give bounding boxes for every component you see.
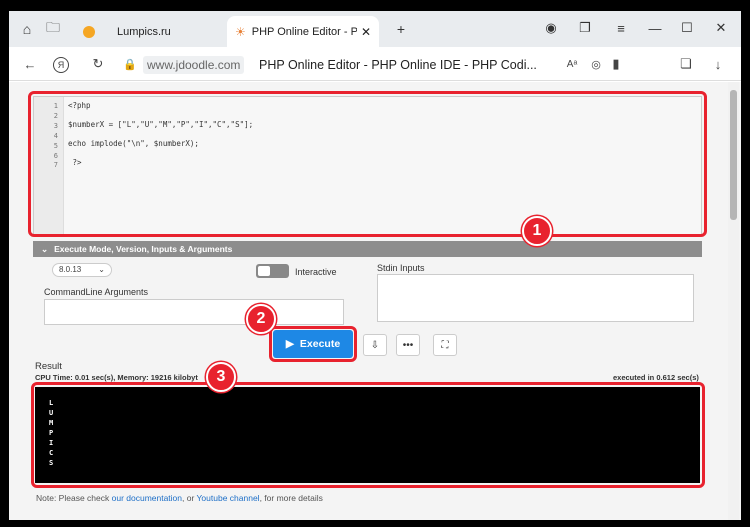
bookmark-icon[interactable]: ▮ <box>605 54 627 74</box>
address-bar: ← Я ↻ 🔒 www.jdoodle.com PHP Online Edito… <box>9 47 741 81</box>
add-folder-icon[interactable]: 🗀 <box>41 17 65 41</box>
highlight-execute-frame <box>269 326 357 362</box>
page-content: 1 2 3 4 5 6 7 <?php $numberX = ["L","U",… <box>9 82 741 520</box>
execute-mode-header[interactable]: ⌄ Execute Mode, Version, Inputs & Argumen… <box>33 241 702 257</box>
cpu-stats: CPU Time: 0.01 sec(s), Memory: 19216 kil… <box>35 373 198 382</box>
translate-icon[interactable]: Aᵃ <box>561 54 583 74</box>
fullscreen-button[interactable]: ⛶ <box>433 334 457 356</box>
tab-bar: ⌂ 🗀 Lumpics.ru ☀ PHP Online Editor - PHP… <box>9 11 741 47</box>
menu-icon[interactable]: ≡ <box>607 17 635 39</box>
tab-php-editor[interactable]: ☀ PHP Online Editor - PHP ✕ <box>227 16 379 47</box>
version-select[interactable]: 8.0.13 ⌄ <box>52 263 112 277</box>
note-text: , for more details <box>259 493 323 503</box>
fullscreen-icon: ⛶ <box>441 339 449 351</box>
download-file-button[interactable]: ⇩ <box>363 334 387 356</box>
reload-icon[interactable]: ↻ <box>87 54 109 74</box>
chevron-down-icon: ⌄ <box>41 244 49 254</box>
callout-badge-2: 2 <box>246 304 276 334</box>
highlight-editor-frame <box>28 91 707 237</box>
lock-icon: 🔒 <box>123 58 137 71</box>
more-button[interactable]: ••• <box>396 334 420 356</box>
minimize-icon[interactable]: — <box>641 17 669 39</box>
callout-badge-1: 1 <box>522 216 552 246</box>
close-tab-icon[interactable]: ✕ <box>361 25 371 39</box>
lumpics-favicon-icon <box>83 25 95 38</box>
ellipsis-icon: ••• <box>402 339 414 351</box>
page-title: PHP Online Editor - PHP Online IDE - PHP… <box>259 58 537 72</box>
version-value: 8.0.13 <box>59 265 82 274</box>
back-icon[interactable]: ← <box>19 54 41 74</box>
tab-label: Lumpics.ru <box>117 25 171 38</box>
documentation-link[interactable]: our documentation <box>112 493 182 503</box>
note-text: Note: Please check <box>36 493 112 503</box>
toggle-knob <box>258 266 270 276</box>
interactive-label: Interactive <box>295 267 337 277</box>
browser-window: ⌂ 🗀 Lumpics.ru ☀ PHP Online Editor - PHP… <box>9 11 741 520</box>
scrollbar[interactable] <box>728 82 739 520</box>
tab-lumpics[interactable]: Lumpics.ru <box>75 16 225 47</box>
globe-icon[interactable]: ◉ <box>537 17 565 39</box>
highlight-output-frame <box>31 382 705 488</box>
note-text: , or <box>182 493 197 503</box>
url-field[interactable]: www.jdoodle.com <box>143 56 245 74</box>
stdin-label: Stdin Inputs <box>377 263 425 273</box>
callout-badge-3: 3 <box>206 362 236 392</box>
collections-icon[interactable]: ❏ <box>675 54 697 74</box>
stdin-input[interactable] <box>377 274 694 322</box>
download-icon[interactable]: ↓ <box>707 54 729 74</box>
interactive-toggle[interactable] <box>256 264 289 278</box>
cmdline-input[interactable] <box>44 299 344 325</box>
maximize-icon[interactable]: ☐ <box>673 17 701 39</box>
youtube-link[interactable]: Youtube channel <box>197 493 260 503</box>
yandex-icon[interactable]: Я <box>53 57 69 73</box>
footer-note: Note: Please check our documentation, or… <box>36 493 323 503</box>
tabs-icon[interactable]: ❐ <box>571 17 599 39</box>
executed-time: executed in 0.612 sec(s) <box>613 373 699 382</box>
result-label: Result <box>35 361 62 372</box>
file-download-icon: ⇩ <box>370 339 380 351</box>
home-icon[interactable]: ⌂ <box>15 17 39 41</box>
scrollbar-thumb[interactable] <box>730 90 737 220</box>
cmdline-label: CommandLine Arguments <box>44 287 149 297</box>
jdoodle-favicon-icon: ☀ <box>235 24 246 39</box>
section-title: Execute Mode, Version, Inputs & Argument… <box>54 244 233 254</box>
new-tab-icon[interactable]: + <box>389 17 413 41</box>
chevron-down-icon: ⌄ <box>98 265 105 274</box>
reader-icon[interactable]: ◎ <box>585 54 607 74</box>
tab-label: PHP Online Editor - PHP <box>251 25 357 38</box>
close-window-icon[interactable]: ✕ <box>707 17 735 39</box>
